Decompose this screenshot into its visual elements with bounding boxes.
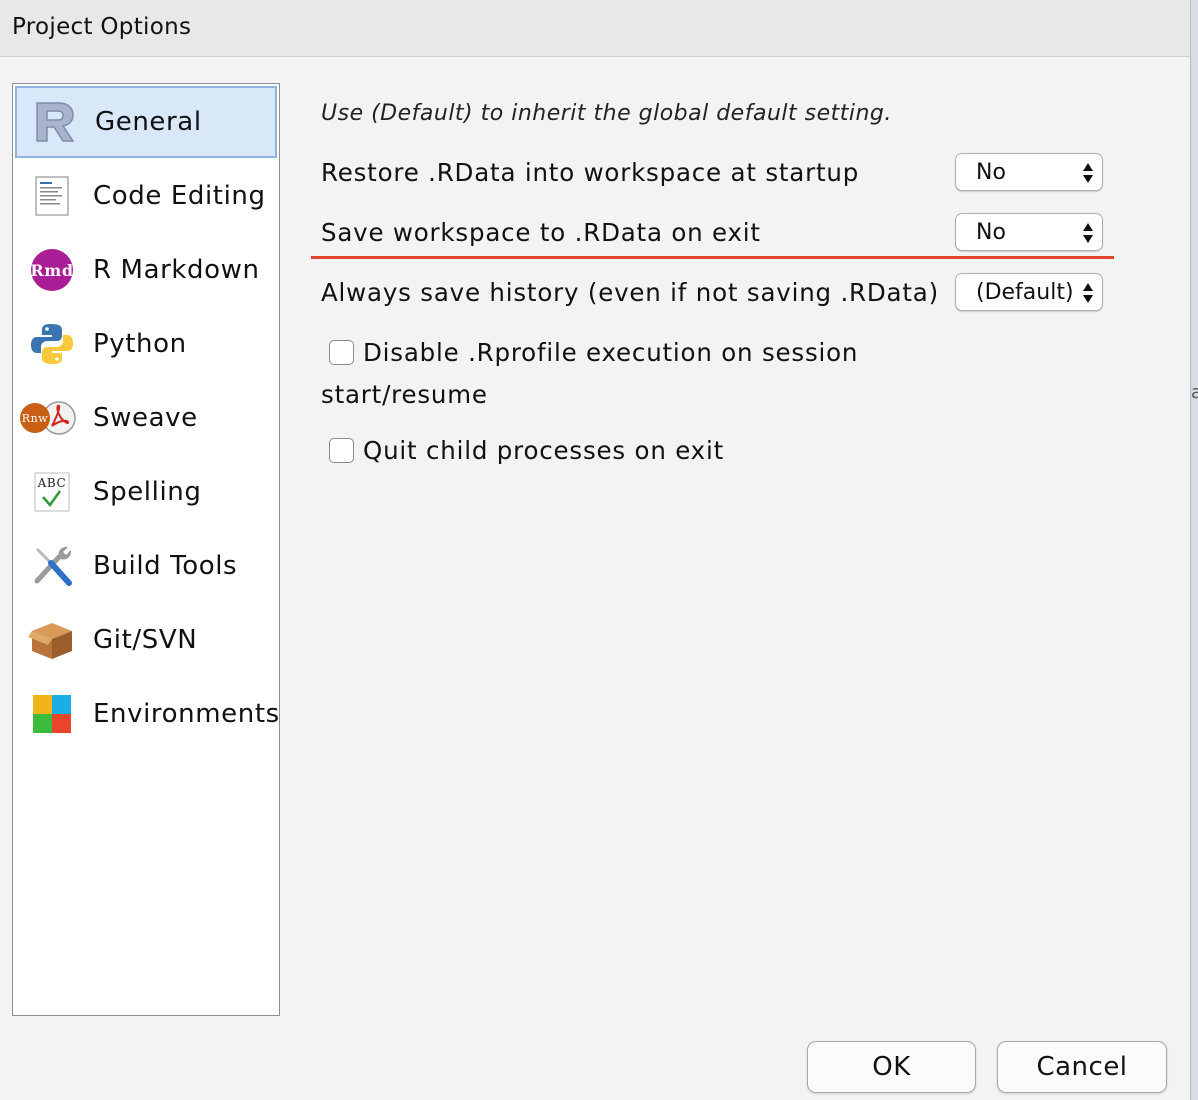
quit-child-processes-label: Quit child processes on exit xyxy=(363,436,724,465)
select-value: No xyxy=(976,160,1006,185)
wrench-screwdriver-icon xyxy=(27,541,77,591)
python-logo-icon xyxy=(27,319,77,369)
disable-rprofile-checkbox[interactable] xyxy=(329,340,354,365)
sidebar-item-label: Code Editing xyxy=(93,181,266,211)
options-sidebar: General Code Editing Rmd R Markdown Pyth… xyxy=(12,83,280,1016)
sidebar-item-environments[interactable]: Environments xyxy=(15,678,280,750)
sidebar-item-label: Python xyxy=(93,329,187,359)
sidebar-item-general[interactable]: General xyxy=(15,86,277,158)
highlight-underline xyxy=(311,256,1114,259)
background-text-fragment: a xyxy=(1191,382,1198,403)
chevron-updown-icon xyxy=(1083,223,1093,243)
chevron-updown-icon xyxy=(1083,283,1093,303)
sidebar-item-label: Environments xyxy=(93,699,280,729)
svg-text:Rmd: Rmd xyxy=(30,261,73,280)
sidebar-item-build-tools[interactable]: Build Tools xyxy=(15,530,277,602)
disable-rprofile-label: Disable .Rprofile execution on session xyxy=(363,338,859,367)
save-workspace-select[interactable]: No xyxy=(955,213,1103,251)
sidebar-item-label: Git/SVN xyxy=(93,625,198,655)
always-save-history-label: Always save history (even if not saving … xyxy=(321,278,939,307)
background-window-edge xyxy=(1190,0,1198,1100)
ok-button[interactable]: OK xyxy=(807,1041,976,1093)
svg-text:Rnw: Rnw xyxy=(22,412,49,425)
r-logo-icon xyxy=(29,97,79,147)
package-box-icon xyxy=(27,615,77,665)
rnw-pdf-icon: Rnw xyxy=(19,393,77,443)
dialog-titlebar: Project Options xyxy=(0,0,1190,57)
sidebar-item-label: Sweave xyxy=(93,403,198,433)
sidebar-item-r-markdown[interactable]: Rmd R Markdown xyxy=(15,234,277,306)
colored-blocks-icon xyxy=(27,689,77,739)
select-value: (Default) xyxy=(976,280,1074,305)
sidebar-item-label: General xyxy=(95,107,202,137)
dialog-title: Project Options xyxy=(12,14,192,40)
restore-rdata-select[interactable]: No xyxy=(955,153,1103,191)
restore-rdata-label: Restore .RData into workspace at startup xyxy=(321,158,860,187)
rmd-badge-icon: Rmd xyxy=(27,245,77,295)
code-document-icon xyxy=(27,171,77,221)
sidebar-item-sweave[interactable]: Rnw Sweave xyxy=(15,382,277,454)
sidebar-item-git-svn[interactable]: Git/SVN xyxy=(15,604,277,676)
sidebar-item-label: R Markdown xyxy=(93,255,260,285)
sidebar-item-label: Spelling xyxy=(93,477,202,507)
sidebar-item-spelling[interactable]: ABC Spelling xyxy=(15,456,277,528)
always-save-history-select[interactable]: (Default) xyxy=(955,273,1103,311)
sidebar-item-code-editing[interactable]: Code Editing xyxy=(15,160,277,232)
cancel-button[interactable]: Cancel xyxy=(997,1041,1167,1093)
sidebar-item-python[interactable]: Python xyxy=(15,308,277,380)
quit-child-processes-checkbox[interactable] xyxy=(329,438,354,463)
svg-text:ABC: ABC xyxy=(37,476,67,490)
select-value: No xyxy=(976,220,1006,245)
save-workspace-label: Save workspace to .RData on exit xyxy=(321,218,761,247)
disable-rprofile-label-continued: start/resume xyxy=(321,380,488,409)
sidebar-item-label: Build Tools xyxy=(93,551,238,581)
default-hint-text: Use (Default) to inherit the global defa… xyxy=(321,101,892,126)
chevron-updown-icon xyxy=(1083,163,1093,183)
abc-check-icon: ABC xyxy=(27,467,77,517)
